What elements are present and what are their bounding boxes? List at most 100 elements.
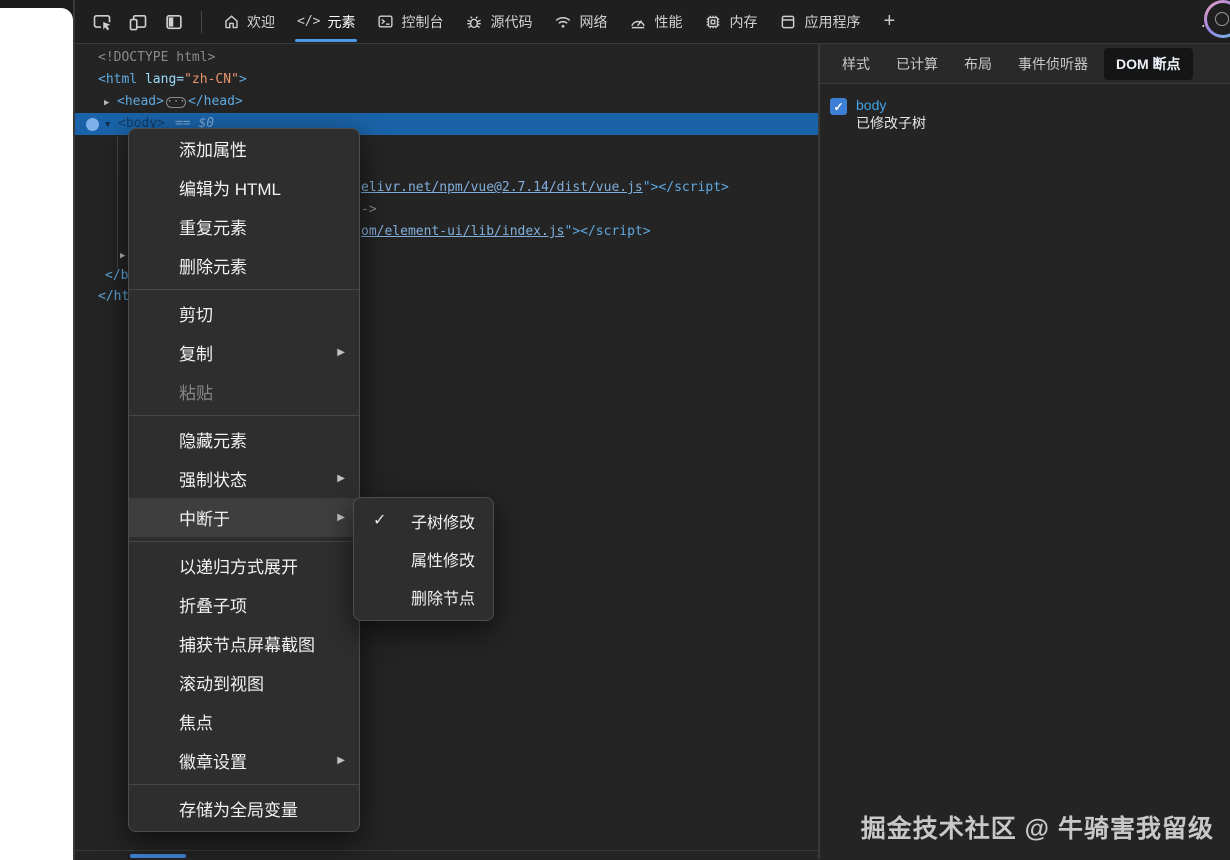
menu-item-delete-element[interactable]: 删除元素 [129,246,359,285]
script-close: "></script> [565,224,651,239]
tab-application[interactable]: 应用程序 [768,0,871,44]
breakpoint-checkbox[interactable]: ✓ [830,98,847,115]
html-attr: lang [137,72,176,87]
console-icon [377,13,394,30]
browser-page-background [0,8,73,860]
html-eq: = [176,72,184,87]
menu-item-label: 粘贴 [179,379,213,404]
element-ui-script-url[interactable]: om/element-ui/lib/index.js [361,224,565,239]
tree-guide-line [117,137,118,268]
check-icon: ✓ [373,510,386,530]
menu-item-label: 删除元素 [179,253,247,278]
menu-item-break-on[interactable]: 中断于▶ [129,498,359,537]
tab-computed[interactable]: 已计算 [886,47,948,81]
tab-console[interactable]: 控制台 [366,0,454,44]
tab-label: 欢迎 [247,12,275,32]
menu-item-label: 中断于 [179,505,230,530]
tab-network[interactable]: 网络 [543,0,618,44]
tab-label: 元素 [327,12,355,32]
tab-label: 应用程序 [804,12,860,32]
menu-item-edit-as-html[interactable]: 编辑为 HTML [129,168,359,207]
tab-elements[interactable]: </> 元素 [286,0,366,44]
avatar-glyph [1215,12,1229,26]
menu-item-label: 滚动到视图 [179,670,264,695]
menu-item-label: 剪切 [179,301,213,326]
menu-item-collapse-children[interactable]: 折叠子项 [129,585,359,624]
menu-item-label: 焦点 [179,709,213,734]
menu-item-label: 存储为全局变量 [179,796,298,821]
dom-breakpoint-entry[interactable]: ✓ body 已修改子树 [820,84,1230,145]
horizontal-scrollbar[interactable] [75,850,820,859]
menu-item-capture-node-screenshot[interactable]: 捕获节点屏幕截图 [129,624,359,663]
vue-script-url[interactable]: elivr.net/npm/vue@2.7.14/dist/vue.js [361,180,643,195]
inspect-element-icon[interactable] [87,7,117,37]
menu-item-expand-recursively[interactable]: 以递归方式展开 [129,546,359,585]
menu-item-hide-element[interactable]: 隐藏元素 [129,420,359,459]
script-element-ui-line[interactable]: om/element-ui/lib/index.js"></script> [361,221,651,243]
dom-breakpoint-dot[interactable] [86,118,99,131]
tab-layout[interactable]: 布局 [954,47,1002,81]
menu-divider [129,415,359,416]
profile-avatar[interactable] [1204,0,1230,38]
html-attr-value: "zh-CN" [184,72,239,87]
tree-collapsed-icon[interactable]: ▶ [104,92,117,114]
breakpoint-node-name: body [856,96,926,114]
html-close-bracket: > [239,72,247,87]
tab-memory[interactable]: 内存 [693,0,768,44]
menu-item-cut[interactable]: 剪切 [129,294,359,333]
menu-item-badge-settings[interactable]: 徽章设置▶ [129,741,359,780]
menu-item-paste[interactable]: 粘贴 [129,372,359,411]
memory-icon [704,13,722,31]
submenu-arrow-icon: ▶ [337,347,345,358]
menu-item-label: 以递归方式展开 [179,553,298,578]
menu-item-label: 复制 [179,340,213,365]
menu-item-force-state[interactable]: 强制状态▶ [129,459,359,498]
submenu-item-attribute-modifications[interactable]: 属性修改 [354,540,493,578]
submenu-arrow-icon: ▶ [337,473,345,484]
menu-item-label: 编辑为 HTML [179,175,281,200]
submenu-item-label: 子树修改 [411,509,475,533]
tab-dom-breakpoints[interactable]: DOM 断点 [1104,48,1193,80]
tab-sources[interactable]: 源代码 [454,0,543,44]
tab-label: 性能 [654,12,682,32]
submenu-item-subtree-modifications[interactable]: ✓ 子树修改 [354,502,493,540]
sidebar-panel: 样式 已计算 布局 事件侦听器 DOM 断点 ✓ body 已修改子树 掘金技术… [820,44,1230,859]
menu-item-copy[interactable]: 复制 ▶ [129,333,359,372]
device-emulation-icon[interactable] [123,7,153,37]
menu-item-store-as-global-variable[interactable]: 存储为全局变量 [129,789,359,828]
script-vue-line[interactable]: elivr.net/npm/vue@2.7.14/dist/vue.js"></… [361,177,729,199]
head-open-tag: <head> [117,94,164,109]
menu-item-scroll-into-view[interactable]: 滚动到视图 [129,663,359,702]
menu-divider [129,541,359,542]
network-icon [554,13,572,31]
sidebar-tab-strip: 样式 已计算 布局 事件侦听器 DOM 断点 [820,44,1230,84]
doctype-line[interactable]: <!DOCTYPE html> [98,47,215,69]
sources-icon [465,13,483,31]
tab-styles[interactable]: 样式 [832,47,880,81]
comment-tail-line: -> [361,199,377,221]
focus-mode-icon[interactable] [159,7,189,37]
breakpoint-condition: 已修改子树 [856,114,926,133]
menu-item-label: 徽章设置 [179,748,247,773]
tab-performance[interactable]: 性能 [618,0,693,44]
menu-divider [129,289,359,290]
horizontal-scrollbar-thumb[interactable] [130,854,186,858]
application-icon [779,13,797,31]
tab-welcome[interactable]: 欢迎 [212,0,286,44]
tab-label: 网络 [579,12,607,32]
menu-item-add-attribute[interactable]: 添加属性 [129,129,359,168]
inline-expand-icon[interactable]: ··· [166,97,186,108]
menu-item-label: 隐藏元素 [179,427,247,452]
tab-event-listeners[interactable]: 事件侦听器 [1008,47,1098,81]
menu-divider [129,784,359,785]
tree-expanded-icon[interactable]: ▼ [105,114,118,136]
add-tab-button[interactable]: + [871,10,907,33]
head-line[interactable]: ▶<head>···</head> [104,91,243,113]
check-icon: ✓ [833,100,843,114]
html-open-line[interactable]: <html lang="zh-CN"> [98,69,247,91]
submenu-item-node-removal[interactable]: 删除节点 [354,578,493,616]
performance-icon [629,13,647,31]
menu-item-focus[interactable]: 焦点 [129,702,359,741]
menu-item-label: 折叠子项 [179,592,247,617]
menu-item-duplicate-element[interactable]: 重复元素 [129,207,359,246]
